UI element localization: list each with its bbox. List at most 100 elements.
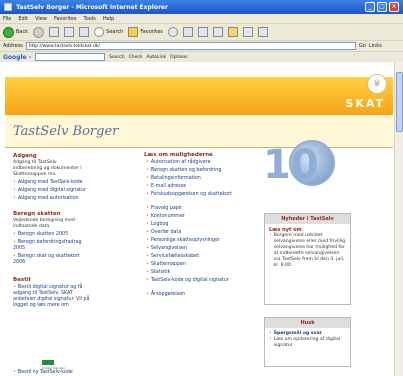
link-fravalg-papir[interactable]: • Fravalg papir bbox=[146, 206, 182, 212]
scrollbar-thumb[interactable] bbox=[396, 72, 403, 132]
link-label: Bestil ny TastSelv-kode bbox=[17, 370, 73, 375]
search-label: Search bbox=[106, 29, 124, 35]
browser-toolbar: Back Search Favorites bbox=[0, 23, 403, 40]
link-adgang-digital-signatur[interactable]: • Adgang med digital signatur bbox=[13, 188, 86, 194]
link-label: Statistik bbox=[150, 270, 171, 275]
forward-arrow-icon[interactable] bbox=[33, 26, 45, 38]
link-beregn-befordringsfradrag[interactable]: • Beregn befordringsfradrag 2005 bbox=[13, 240, 93, 252]
favorites-button[interactable]: Favorites bbox=[128, 27, 163, 37]
skat-banner: ♛ SKAT bbox=[5, 74, 393, 115]
menu-help[interactable]: Help bbox=[103, 16, 114, 22]
link-servicefaellesskabet[interactable]: • Servicefællesskabet bbox=[146, 254, 199, 260]
news-item[interactable]: • Borgere med udvidet selvangivelse elle… bbox=[269, 233, 346, 269]
folder-icon[interactable] bbox=[227, 27, 238, 37]
edit-icon[interactable] bbox=[212, 27, 223, 37]
link-skattemappen[interactable]: • Skattemappen bbox=[146, 262, 186, 268]
page-content: ♛ SKAT TastSelv Borger Adgang Adgang til… bbox=[0, 62, 394, 376]
link-label: Kontonummer bbox=[150, 214, 185, 219]
link-personlige-skatteoplysninger[interactable]: • Personlige skatteoplysninger bbox=[146, 238, 220, 244]
vertical-scrollbar[interactable] bbox=[394, 62, 403, 376]
bullet-icon: • bbox=[13, 285, 16, 290]
address-label: Address bbox=[3, 43, 23, 49]
link-kontonummer[interactable]: • Kontonummer bbox=[146, 214, 185, 220]
google-options-button[interactable]: Options bbox=[170, 55, 187, 60]
link-forskudsopgoerelsen[interactable]: • Forskudsopgørelsen og skattekort bbox=[146, 192, 238, 198]
link-statistik[interactable]: • Statistik bbox=[146, 270, 170, 276]
bullet-icon: • bbox=[146, 246, 149, 251]
messenger-icon[interactable] bbox=[242, 27, 253, 37]
link-label: Adgang med digital signatur bbox=[17, 188, 87, 193]
link-autorisation-raadgivere[interactable]: • Autorisation af rådgivere bbox=[146, 160, 211, 166]
skat-logo[interactable]: SKAT bbox=[345, 97, 385, 110]
close-button[interactable]: × bbox=[389, 2, 399, 12]
link-label: Autorisation af rådgivere bbox=[150, 160, 211, 165]
link-bestil-tastselv-kode[interactable]: • Bestil ny TastSelv-kode bbox=[13, 370, 73, 376]
link-betalingsinformation[interactable]: • Betalingsinformation bbox=[146, 176, 201, 182]
bullet-icon: • bbox=[146, 230, 149, 235]
digital-signatur-logo[interactable] bbox=[42, 360, 54, 365]
minimize-button[interactable]: _ bbox=[365, 2, 375, 12]
bullet-icon: • bbox=[13, 188, 16, 193]
back-button[interactable]: Back bbox=[3, 26, 28, 38]
refresh-icon[interactable] bbox=[64, 27, 75, 37]
research-icon[interactable] bbox=[257, 27, 268, 37]
google-search-button[interactable]: Search bbox=[109, 55, 124, 60]
search-button[interactable]: Search bbox=[94, 27, 123, 37]
mail-icon[interactable] bbox=[182, 27, 193, 37]
link-label: Beregn skatten og befordring bbox=[150, 168, 222, 173]
google-autolink-button[interactable]: AutoLink bbox=[146, 55, 166, 60]
link-adgang-tastselv-kode[interactable]: • Adgang med TastSelv-kode bbox=[13, 180, 83, 186]
link-tastselv-kode-signatur[interactable]: • TastSelv-kode og digital signatur bbox=[146, 278, 238, 284]
link-bestil-digital-signatur[interactable]: • Bestil digital signatur og få adgang ti… bbox=[13, 285, 95, 309]
link-label: Beregn befordringsfradrag 2005 bbox=[13, 240, 82, 251]
link-email-adresse[interactable]: • E-mail adresse bbox=[146, 184, 186, 190]
menu-tools[interactable]: Tools bbox=[84, 16, 96, 22]
link-label: Fravalg papir bbox=[150, 206, 183, 211]
news-box: Nyheder i TastSelv Læs nyt om • Borgere … bbox=[264, 213, 351, 305]
link-overfoer-data[interactable]: • Overfør data bbox=[146, 230, 181, 236]
beregn-description: Vejledende beregning med indtastede data bbox=[13, 218, 75, 229]
link-aarsopgoerelsen[interactable]: • Årsopgørelsen bbox=[146, 292, 185, 298]
history-icon[interactable] bbox=[167, 27, 178, 37]
link-beregn-skatten-befordring[interactable]: • Beregn skatten og befordring bbox=[146, 168, 221, 174]
stop-icon[interactable] bbox=[49, 27, 60, 37]
maximize-button[interactable]: □ bbox=[377, 2, 387, 12]
ie-app-icon bbox=[4, 3, 12, 11]
link-beregn-skatten-2005[interactable]: • Beregn skatten 2005 bbox=[13, 232, 68, 238]
link-label: Årsopgørelsen bbox=[150, 292, 186, 297]
menu-view[interactable]: View bbox=[35, 16, 47, 22]
menu-bar: File Edit View Favorites Tools Help bbox=[0, 14, 403, 23]
husk-box-title: Husk bbox=[265, 318, 350, 328]
link-beregn-skattekort-2006[interactable]: • Beregn skat og skattekort 2006 bbox=[13, 254, 93, 266]
tastselv-anniversary-graphic[interactable]: 10 bbox=[255, 134, 340, 209]
bullet-icon: • bbox=[146, 292, 149, 297]
menu-file[interactable]: File bbox=[3, 16, 11, 22]
home-icon[interactable] bbox=[79, 27, 90, 37]
menu-favorites[interactable]: Favorites bbox=[54, 16, 77, 22]
adgang-heading: Adgang bbox=[13, 153, 37, 159]
print-icon[interactable] bbox=[197, 27, 208, 37]
google-search-input[interactable] bbox=[35, 53, 106, 61]
google-logo[interactable]: Google - bbox=[3, 54, 31, 61]
google-check-button[interactable]: Check bbox=[129, 55, 143, 60]
go-button[interactable]: Go bbox=[359, 43, 366, 49]
bullet-icon: • bbox=[13, 370, 16, 375]
link-label: TastSelv-kode og digital signatur bbox=[150, 278, 229, 283]
link-selvangivelsen[interactable]: • Selvangivelsen bbox=[146, 246, 187, 252]
husk-link-update[interactable]: • Læs om opdatering af digital signatur bbox=[269, 337, 346, 349]
link-label: Personlige skatteoplysninger bbox=[150, 238, 221, 243]
link-label: Overfør data bbox=[150, 230, 182, 235]
link-label: E-mail adresse bbox=[150, 184, 187, 189]
link-adgang-autorisation[interactable]: • Adgang med autorisation bbox=[13, 196, 79, 202]
menu-edit[interactable]: Edit bbox=[18, 16, 28, 22]
link-label: Logbog bbox=[150, 222, 169, 227]
bullet-icon: • bbox=[146, 160, 149, 165]
bullet-icon: • bbox=[13, 240, 16, 245]
favorites-star-icon bbox=[128, 27, 139, 37]
links-button[interactable]: Links bbox=[369, 43, 382, 49]
news-box-title: Nyheder i TastSelv bbox=[265, 214, 350, 224]
link-label: Beregn skatten 2005 bbox=[17, 232, 69, 237]
link-logbog[interactable]: • Logbog bbox=[146, 222, 168, 228]
address-input[interactable]: http://www.tastselv.toldskat.dk/ bbox=[25, 42, 356, 50]
bullet-icon: • bbox=[146, 192, 149, 197]
